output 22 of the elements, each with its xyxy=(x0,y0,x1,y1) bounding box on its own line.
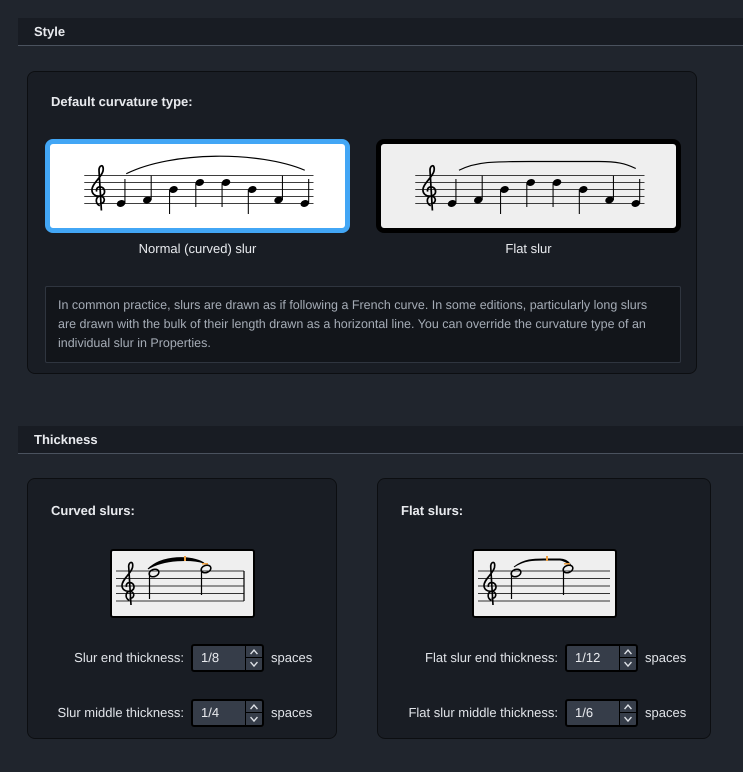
unit-label: spaces xyxy=(645,704,687,722)
unit-label: spaces xyxy=(271,704,313,722)
spin-box[interactable]: 1/12 xyxy=(565,644,638,672)
field-label: Flat slur end thickness: xyxy=(425,648,558,667)
chevron-down-icon[interactable] xyxy=(246,712,262,724)
spin-box[interactable]: 1/4 xyxy=(191,698,264,726)
description-text: In common practice, slurs are drawn as if following a French curve. In some editions, particularly long slurs are drawn with the bulk of their length drawn as a horizontal line. You can override the curvature type of an individual slur in Properties. xyxy=(45,286,681,363)
unit-label: spaces xyxy=(271,648,313,667)
card-heading: Curved slurs: xyxy=(51,502,136,520)
chevron-down-icon[interactable] xyxy=(246,657,262,670)
curvature-heading: Default curvature type: xyxy=(51,93,194,111)
field-label: Flat slur middle thickness: xyxy=(408,704,558,722)
section-header: Style xyxy=(18,18,743,46)
card-heading: Flat slurs: xyxy=(401,502,464,520)
unit-label: spaces xyxy=(645,648,687,667)
field-label: Slur end thickness: xyxy=(74,648,184,667)
spin-box[interactable]: 1/8 xyxy=(191,644,264,672)
section-header: Thickness xyxy=(18,426,743,454)
spin-box[interactable]: 1/6 xyxy=(565,698,638,726)
chevron-down-icon[interactable] xyxy=(620,712,636,724)
field-label: Slur middle thickness: xyxy=(58,704,184,722)
chevron-down-icon[interactable] xyxy=(620,657,636,670)
